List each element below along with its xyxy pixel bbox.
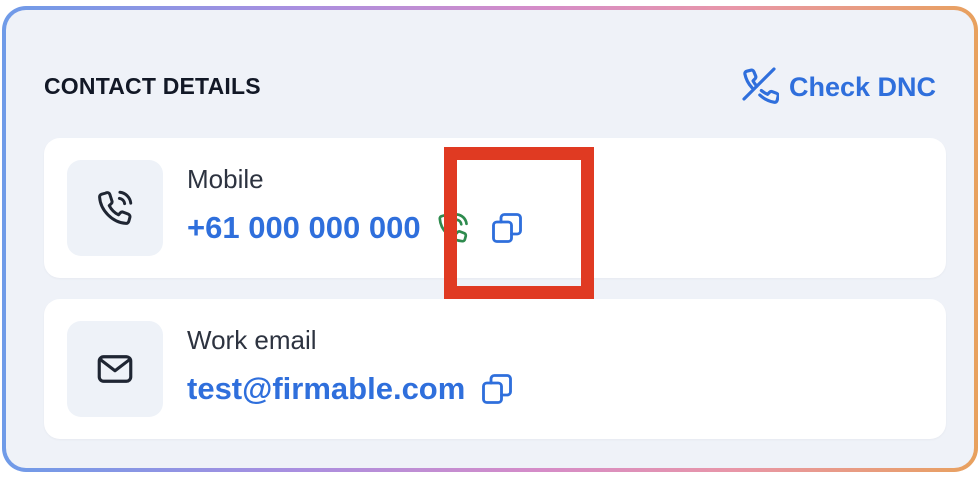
work-email-label: Work email	[187, 325, 317, 355]
section-title: CONTACT DETAILS	[44, 73, 261, 99]
mobile-number-link[interactable]: +61 000 000 000	[187, 210, 421, 246]
mobile-value-line: +61 000 000 000	[187, 206, 529, 250]
mail-icon	[67, 321, 163, 417]
check-dnc-button[interactable]: Check DNC	[739, 64, 936, 111]
contact-details-frame: CONTACT DETAILS Check DNC Mobile +61 000…	[2, 6, 978, 472]
copy-icon[interactable]	[475, 367, 519, 411]
email-value-line: test@firmable.com	[187, 367, 519, 411]
phone-off-icon	[739, 64, 780, 111]
phone-icon	[67, 160, 163, 256]
email-link[interactable]: test@firmable.com	[187, 371, 465, 407]
contact-details-card: CONTACT DETAILS Check DNC Mobile +61 000…	[6, 10, 974, 468]
check-dnc-label: Check DNC	[788, 72, 936, 102]
copy-icon[interactable]	[485, 206, 529, 250]
contact-row-email: Work email test@firmable.com	[44, 299, 946, 439]
mobile-label: Mobile	[187, 164, 264, 194]
contact-row-mobile: Mobile +61 000 000 000	[44, 138, 946, 278]
call-icon[interactable]	[431, 206, 475, 250]
